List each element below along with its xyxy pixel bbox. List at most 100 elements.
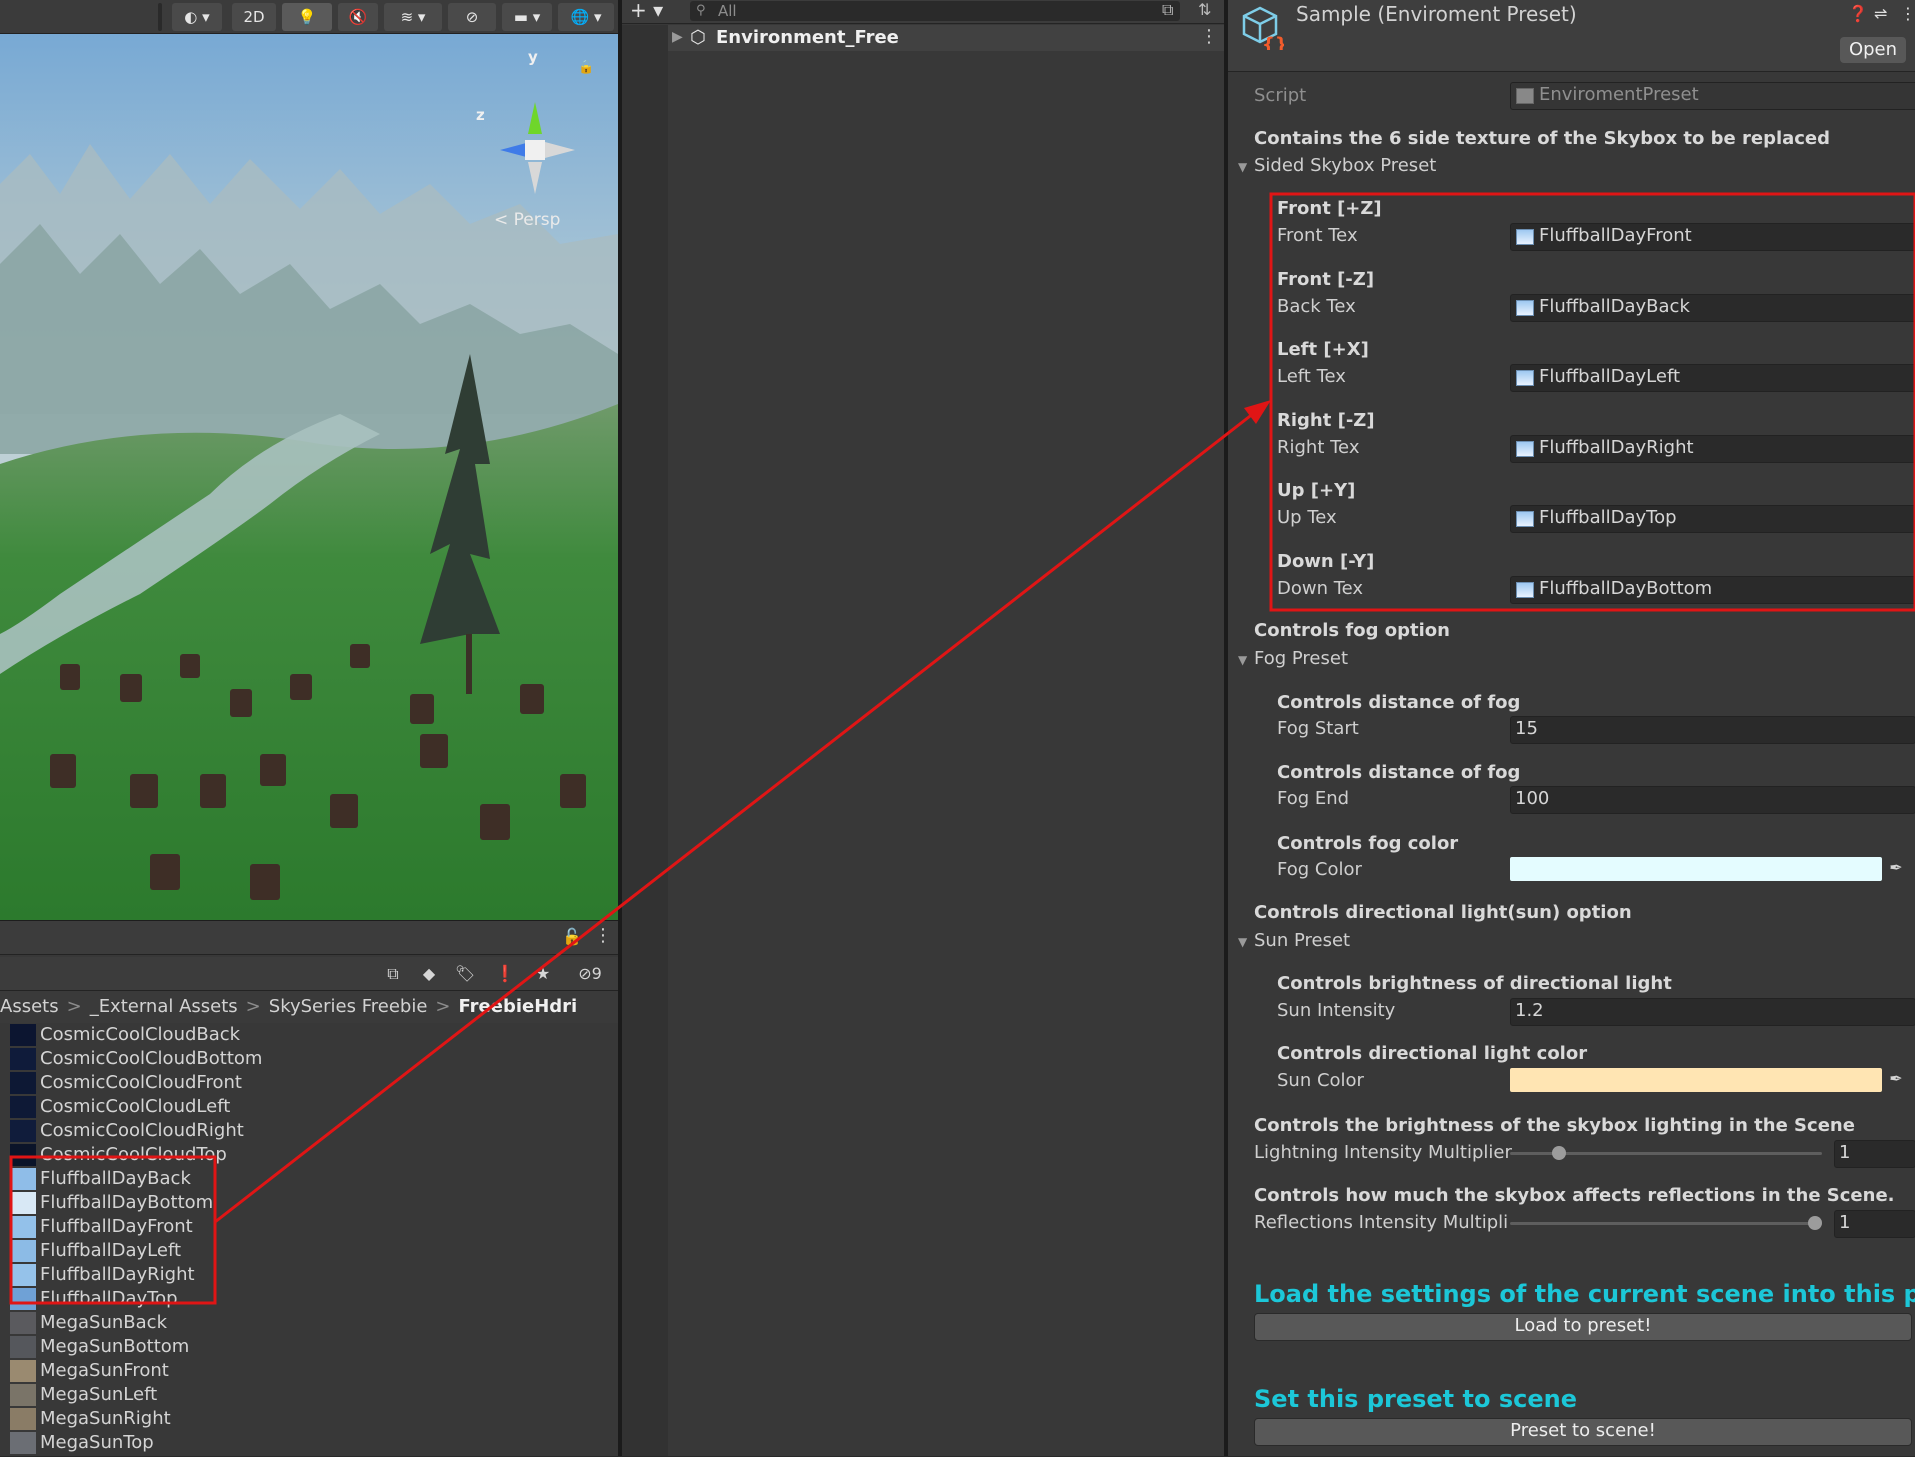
scriptable-object-icon: {} <box>1242 6 1284 50</box>
sort-icon[interactable]: ⇅ <box>1198 0 1211 19</box>
projection-toggle[interactable]: < Persp <box>494 210 560 230</box>
load-to-preset-button[interactable]: Load to preset! <box>1254 1313 1912 1341</box>
texture-object-field[interactable]: FluffballDayTop <box>1510 505 1915 533</box>
lock-icon[interactable]: 🔒 <box>578 60 594 75</box>
asset-list-item[interactable]: CosmicCoolCloudRight <box>10 1119 244 1143</box>
texture-value: FluffballDayTop <box>1539 507 1677 528</box>
asset-list-item[interactable]: FluffballDayBack <box>10 1167 191 1191</box>
breadcrumb-item[interactable]: Assets <box>0 991 59 1023</box>
skybox-description: Contains the 6 side texture of the Skybo… <box>1254 128 1831 149</box>
hidden-packages-toggle[interactable]: ⊘9 <box>568 963 612 985</box>
scene-view-panel: ◐ ▾ 2D 💡 🔇 ≋ ▾ ⊘ ▬ ▾ 🌐 ▾ y z 🔒 < Persp <box>0 0 618 920</box>
texture-header: Up [+Y] <box>1277 480 1356 501</box>
asset-list-item[interactable]: CosmicCoolCloudBack <box>10 1023 240 1047</box>
sun-foldout-label[interactable]: Sun Preset <box>1254 930 1350 951</box>
lighting-value-input[interactable]: 1 <box>1834 1140 1915 1168</box>
expand-arrow-icon[interactable]: ▶ <box>672 29 683 45</box>
fog-start-input[interactable]: 15 <box>1510 716 1915 744</box>
audio-toggle-button[interactable]: 🔇 <box>338 3 378 31</box>
texture-object-field[interactable]: FluffballDayLeft <box>1510 364 1915 392</box>
texture-object-field[interactable]: FluffballDayRight <box>1510 434 1915 463</box>
breadcrumb-item[interactable]: _External Assets <box>90 991 238 1023</box>
fog-color-field[interactable] <box>1510 857 1882 881</box>
toggle-2d-button[interactable]: 2D <box>232 3 276 31</box>
maximize-icon[interactable]: ⧉ <box>1162 0 1173 20</box>
asset-list-item[interactable]: FluffballDayLeft <box>10 1239 181 1263</box>
draw-mode-button[interactable]: ◐ ▾ <box>172 3 222 31</box>
scene-viewport[interactable]: y z 🔒 < Persp <box>0 34 618 920</box>
reflections-slider-handle[interactable] <box>1808 1216 1822 1230</box>
sun-color-field[interactable] <box>1510 1068 1882 1092</box>
breadcrumb-current[interactable]: FreebieHdri <box>459 991 578 1023</box>
filter-by-type-icon[interactable]: ◆ <box>418 963 440 985</box>
lighting-slider-handle[interactable] <box>1551 1146 1566 1160</box>
texture-object-field[interactable]: FluffballDayBottom <box>1510 575 1915 604</box>
foldout-arrow-icon[interactable]: ▼ <box>1238 935 1247 949</box>
gizmo-y-label: y <box>528 48 538 66</box>
asset-list-item[interactable]: MegaSunBottom <box>10 1335 189 1359</box>
asset-list-item[interactable]: MegaSunRight <box>10 1407 171 1431</box>
breadcrumb-item[interactable]: SkySeries Freebie <box>269 991 428 1023</box>
reflections-value-input[interactable]: 1 <box>1834 1210 1915 1238</box>
fog-foldout-label[interactable]: Fog Preset <box>1254 648 1348 669</box>
lightbulb-icon: 💡 <box>297 8 317 26</box>
foldout-arrow-icon[interactable]: ▼ <box>1238 653 1247 667</box>
asset-list-item[interactable]: MegaSunTop <box>10 1431 154 1455</box>
texture-label: Back Tex <box>1277 295 1356 317</box>
more-options-icon[interactable]: ⋮ <box>1900 4 1915 23</box>
lighting-toggle-button[interactable]: 💡 <box>282 3 332 31</box>
fog-end-header: Controls distance of fog <box>1277 762 1521 783</box>
lock-icon[interactable]: 🔓 <box>562 927 582 946</box>
asset-list-item[interactable]: CosmicCoolCloudFront <box>10 1071 242 1095</box>
open-button[interactable]: Open <box>1840 37 1906 63</box>
more-options-icon[interactable]: ⋮ <box>594 925 612 946</box>
preset-to-scene-button[interactable]: Preset to scene! <box>1254 1418 1912 1446</box>
fog-start-header: Controls distance of fog <box>1277 692 1521 713</box>
texture-thumbnail-icon <box>10 1192 36 1214</box>
sun-color-label: Sun Color <box>1277 1070 1364 1091</box>
eyedropper-icon[interactable]: ✒ <box>1886 858 1906 880</box>
reflections-slider-track[interactable] <box>1510 1222 1822 1225</box>
fog-color-header: Controls fog color <box>1277 833 1459 854</box>
asset-list-item[interactable]: FluffballDayFront <box>10 1215 193 1239</box>
add-icon[interactable]: + ▾ <box>630 0 663 22</box>
asset-name: CosmicCoolCloudLeft <box>40 1096 231 1117</box>
filter-by-label-icon[interactable]: 🏷 <box>454 963 476 985</box>
asset-list-item[interactable]: MegaSunFront <box>10 1359 169 1383</box>
sun-color-header: Controls directional light color <box>1277 1043 1588 1064</box>
warning-filter-icon[interactable]: ❗ <box>494 963 516 985</box>
svg-text:{}: {} <box>1262 34 1284 50</box>
asset-list-item[interactable]: MegaSunBack <box>10 1311 167 1335</box>
favorites-icon[interactable]: ★ <box>532 963 554 985</box>
fog-start-label: Fog Start <box>1277 718 1359 739</box>
gizmos-button[interactable]: 🌐 ▾ <box>558 3 614 31</box>
scene-visibility-button[interactable]: ⊘ <box>448 3 496 31</box>
asset-list-item[interactable]: FluffballDayRight <box>10 1263 195 1287</box>
asset-list-item[interactable]: FluffballDayBottom <box>10 1191 213 1215</box>
reflections-description: Controls how much the skybox affects ref… <box>1254 1185 1895 1206</box>
sun-intensity-input[interactable]: 1.2 <box>1510 998 1915 1026</box>
texture-object-field[interactable]: FluffballDayFront <box>1510 223 1915 251</box>
open-folder-icon[interactable]: ⧉ <box>382 963 404 985</box>
asset-list-item[interactable]: CosmicCoolCloudLeft <box>10 1095 230 1119</box>
fog-end-input[interactable]: 100 <box>1510 786 1915 814</box>
texture-object-field[interactable]: FluffballDayBack <box>1510 293 1915 322</box>
camera-settings-button[interactable]: ▬ ▾ <box>502 3 552 31</box>
hierarchy-search-input[interactable]: ⚲ All <box>690 1 1180 21</box>
texture-thumbnail-icon <box>10 1216 36 1238</box>
asset-list-item[interactable]: MegaSunLeft <box>10 1383 157 1407</box>
foldout-arrow-icon[interactable]: ▼ <box>1238 160 1247 174</box>
help-icon[interactable]: ❓ <box>1848 4 1868 23</box>
more-options-icon[interactable]: ⋮ <box>1200 26 1218 47</box>
eyedropper-icon[interactable]: ✒ <box>1886 1069 1906 1091</box>
asset-list-item[interactable]: CosmicCoolCloudTop <box>10 1143 227 1167</box>
asset-list-item[interactable]: CosmicCoolCloudBottom <box>10 1047 262 1071</box>
texture-label: Right Tex <box>1277 436 1360 458</box>
asset-list-item[interactable]: FluffballDayTop <box>10 1287 178 1311</box>
scene-name[interactable]: Environment_Free <box>716 25 899 51</box>
chevron-right-icon: > <box>435 996 451 1017</box>
texture-label: Left Tex <box>1277 366 1346 387</box>
effects-toggle-button[interactable]: ≋ ▾ <box>384 3 442 31</box>
preset-settings-icon[interactable]: ⇌ <box>1874 4 1887 23</box>
skybox-foldout-label[interactable]: Sided Skybox Preset <box>1254 155 1436 176</box>
